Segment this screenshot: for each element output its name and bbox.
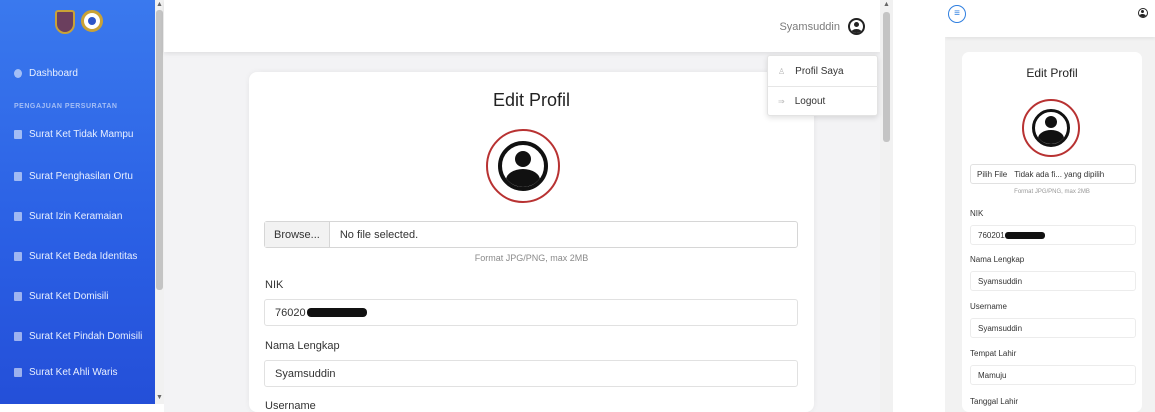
tanggal-lahir-label: Tanggal Lahir bbox=[970, 397, 1019, 406]
redaction-mark bbox=[1004, 231, 1045, 239]
user-dropdown-menu: ♙ Profil Saya ⇒ Logout bbox=[767, 55, 879, 116]
sidebar: Dashboard PENGAJUAN PERSURATAN Surat Ket… bbox=[0, 0, 155, 404]
document-icon bbox=[14, 129, 22, 139]
user-avatar-icon[interactable] bbox=[848, 18, 865, 35]
regency-logo bbox=[55, 10, 75, 34]
sidebar-item-label: Surat Ket Beda Identitas bbox=[29, 250, 138, 262]
scroll-up-arrow-icon[interactable]: ▲ bbox=[883, 1, 890, 8]
sidebar-item-tidak-mampu[interactable]: Surat Ket Tidak Mampu bbox=[0, 123, 155, 145]
photo-file-input[interactable]: Browse... No file selected. bbox=[264, 221, 798, 248]
sidebar-item-label: Surat Izin Keramaian bbox=[29, 210, 123, 222]
document-icon bbox=[14, 211, 22, 221]
sidebar-item-label: Surat Ket Ahli Waris bbox=[29, 366, 118, 378]
user-avatar-icon bbox=[498, 141, 548, 191]
sidebar-item-ahli-waris[interactable]: Surat Ket Ahli Waris bbox=[0, 361, 155, 383]
page-title: Edit Profil bbox=[1026, 66, 1078, 80]
photo-file-input[interactable]: Pilih File Tidak ada fi... yang dipilih bbox=[970, 164, 1136, 184]
nama-lengkap-value: Syamsuddin bbox=[978, 276, 1023, 286]
page-title: Edit Profil bbox=[492, 90, 571, 110]
menu-item-profile[interactable]: ♙ Profil Saya bbox=[768, 59, 879, 84]
document-icon bbox=[14, 331, 22, 341]
username-field[interactable]: Syamsuddin bbox=[970, 318, 1136, 338]
mobile-view: ≡ Edit Profil Pilih File Tidak ada fi...… bbox=[945, 0, 1155, 412]
status-bar bbox=[0, 404, 164, 412]
sidebar-item-domisili[interactable]: Surat Ket Domisili bbox=[0, 285, 155, 307]
nik-value: 760201 bbox=[978, 230, 1005, 240]
scrollbar-thumb[interactable] bbox=[156, 10, 163, 290]
dashboard-icon bbox=[14, 68, 22, 78]
nama-lengkap-field[interactable]: Syamsuddin bbox=[264, 360, 798, 387]
edit-profile-card: Edit Profil Browse... No file selected. … bbox=[249, 72, 814, 412]
sidebar-item-label: Surat Ket Domisili bbox=[29, 290, 109, 302]
scroll-down-arrow-icon[interactable]: ▼ bbox=[156, 394, 163, 401]
sidebar-item-beda-identitas[interactable]: Surat Ket Beda Identitas bbox=[0, 245, 155, 267]
sidebar-item-label: Surat Penghasilan Ortu bbox=[29, 170, 133, 182]
file-status: No file selected. bbox=[339, 228, 419, 241]
hamburger-menu-icon[interactable]: ≡ bbox=[948, 5, 966, 23]
document-icon bbox=[14, 291, 22, 301]
main-scrollbar[interactable]: ▲ bbox=[880, 0, 893, 412]
sidebar-item-pindah-domisili[interactable]: Surat Ket Pindah Domisili bbox=[0, 325, 155, 347]
choose-file-button[interactable]: Pilih File bbox=[971, 170, 1011, 179]
nik-value: 76020 bbox=[275, 306, 306, 319]
nama-lengkap-value: Syamsuddin bbox=[275, 367, 336, 380]
file-format-hint: Format JPG/PNG, max 2MB bbox=[1014, 189, 1090, 195]
sidebar-item-izin-keramaian[interactable]: Surat Izin Keramaian bbox=[0, 205, 155, 227]
user-name[interactable]: Syamsuddin bbox=[779, 21, 840, 33]
tempat-lahir-value: Mamuju bbox=[978, 370, 1007, 380]
username-value: Syamsuddin bbox=[978, 323, 1023, 333]
sidebar-item-penghasilan-ortu[interactable]: Surat Penghasilan Ortu bbox=[0, 165, 155, 187]
browse-button[interactable]: Browse... bbox=[265, 222, 330, 247]
document-icon bbox=[14, 367, 22, 377]
username-label: Username bbox=[970, 302, 1007, 311]
profile-photo bbox=[1022, 99, 1080, 157]
file-format-hint: Format JPG/PNG, max 2MB bbox=[474, 253, 589, 263]
document-icon bbox=[14, 171, 22, 181]
top-navbar: Syamsuddin bbox=[164, 0, 880, 52]
institution-logo bbox=[81, 10, 103, 32]
screenshot-composite: Dashboard PENGAJUAN PERSURATAN Surat Ket… bbox=[0, 0, 1155, 412]
sidebar-item-label: Surat Ket Pindah Domisili bbox=[29, 330, 143, 342]
scroll-up-arrow-icon[interactable]: ▲ bbox=[156, 1, 163, 8]
nama-lengkap-label: Nama Lengkap bbox=[970, 255, 1025, 264]
redaction-mark bbox=[306, 308, 367, 317]
nik-label: NIK bbox=[970, 209, 984, 218]
sidebar-logos bbox=[55, 10, 103, 34]
document-icon bbox=[14, 251, 22, 261]
nik-field[interactable]: 760201 bbox=[970, 225, 1136, 245]
nama-lengkap-field[interactable]: Syamsuddin bbox=[970, 271, 1136, 291]
menu-item-logout[interactable]: ⇒ Logout bbox=[768, 89, 879, 114]
sidebar-item-dashboard[interactable]: Dashboard bbox=[0, 62, 155, 84]
mobile-top-navbar: ≡ bbox=[945, 0, 1155, 37]
file-status: Tidak ada fi... yang dipilih bbox=[1014, 169, 1105, 179]
nik-label: NIK bbox=[265, 279, 284, 291]
desktop-view: Dashboard PENGAJUAN PERSURATAN Surat Ket… bbox=[0, 0, 893, 412]
nama-lengkap-label: Nama Lengkap bbox=[265, 340, 340, 352]
sidebar-item-label: Surat Ket Tidak Mampu bbox=[29, 128, 134, 140]
user-avatar-icon[interactable] bbox=[1138, 8, 1148, 18]
menu-divider bbox=[768, 86, 879, 87]
menu-item-label: Profil Saya bbox=[795, 66, 844, 77]
user-icon: ♙ bbox=[778, 67, 786, 76]
username-label: Username bbox=[265, 400, 316, 412]
logout-icon: ⇒ bbox=[778, 97, 785, 106]
sidebar-scrollbar[interactable]: ▲ ▼ bbox=[155, 0, 164, 404]
sidebar-item-label: Dashboard bbox=[29, 67, 78, 79]
menu-item-label: Logout bbox=[794, 96, 826, 107]
profile-photo bbox=[486, 129, 560, 203]
tempat-lahir-label: Tempat Lahir bbox=[970, 349, 1017, 358]
user-avatar-icon bbox=[1032, 109, 1070, 147]
mobile-edit-profile-card: Edit Profil Pilih File Tidak ada fi... y… bbox=[962, 52, 1142, 412]
nik-field[interactable]: 76020 bbox=[264, 299, 798, 326]
scrollbar-thumb[interactable] bbox=[883, 12, 890, 142]
tempat-lahir-field[interactable]: Mamuju bbox=[970, 365, 1136, 385]
sidebar-section-title: PENGAJUAN PERSURATAN bbox=[14, 103, 118, 110]
